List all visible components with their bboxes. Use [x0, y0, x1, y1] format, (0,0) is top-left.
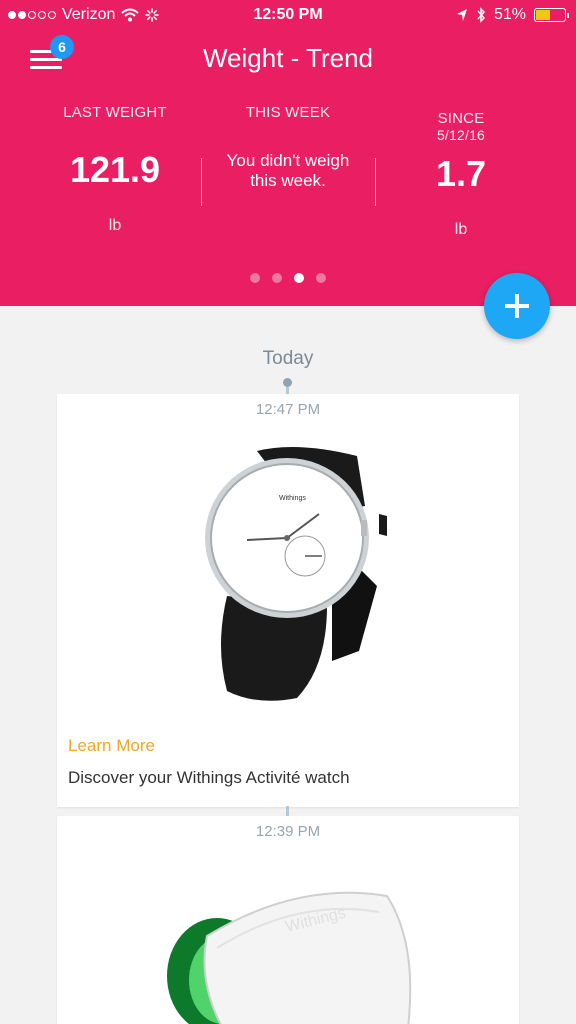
add-button[interactable]: [484, 273, 550, 339]
battery-fill: [536, 10, 551, 20]
timeline-card-watch[interactable]: 12:47 PM Withings Learn More Discover yo…: [57, 394, 519, 807]
page-dot[interactable]: [316, 273, 326, 283]
location-arrow-icon: [456, 9, 467, 21]
last-weight-value: 121.9: [69, 149, 161, 190]
battery-icon: [534, 8, 569, 22]
last-weight-unit: lb: [108, 217, 122, 234]
page-dot[interactable]: [250, 273, 260, 283]
status-bar: Verizon 12:50 PM 51%: [0, 0, 576, 30]
weight-stats-panel[interactable]: LAST WEIGHT 121.9 lb THIS WEEK You didn'…: [0, 104, 576, 264]
page-dot[interactable]: [294, 273, 304, 283]
this-week-message: You didn't weigh this week.: [226, 151, 350, 190]
withings-blood-pressure-cuff-image: Withings: [167, 891, 412, 1024]
battery-percent: 51%: [493, 6, 526, 23]
last-weight-label: LAST WEIGHT: [63, 104, 167, 121]
this-week-stat: THIS WEEK You didn't weigh this week.: [205, 104, 371, 191]
since-label: SINCE: [437, 110, 485, 127]
page-indicator[interactable]: [0, 273, 576, 283]
card-time: 12:39 PM: [255, 823, 321, 840]
since-value: 1.7: [435, 153, 487, 194]
since-date: 5/12/16: [436, 127, 486, 143]
learn-more-link[interactable]: Learn More: [68, 736, 155, 756]
page-dot[interactable]: [272, 273, 282, 283]
timeline-day-label: Today: [262, 348, 314, 369]
this-week-label: THIS WEEK: [245, 104, 331, 121]
since-stat: SINCE 5/12/16 1.7 lb: [386, 104, 536, 239]
since-unit: lb: [454, 221, 468, 238]
stat-divider: [201, 158, 202, 206]
withings-activite-watch-image: Withings: [205, 447, 387, 701]
watch-brand-text: Withings: [279, 495, 306, 502]
timeline-dot: [283, 378, 292, 387]
timeline-card-cuff[interactable]: 12:39 PM Withings: [57, 816, 519, 1024]
card-time: 12:47 PM: [255, 401, 321, 418]
header: Verizon 12:50 PM 51% 6 Weight - Trend LA…: [0, 0, 576, 306]
bluetooth-icon: [477, 7, 485, 23]
page-title: Weight - Trend: [202, 43, 374, 73]
stat-divider: [375, 158, 376, 206]
last-weight-stat: LAST WEIGHT 121.9 lb: [40, 104, 190, 235]
card-description: Discover your Withings Activité watch: [68, 768, 350, 787]
